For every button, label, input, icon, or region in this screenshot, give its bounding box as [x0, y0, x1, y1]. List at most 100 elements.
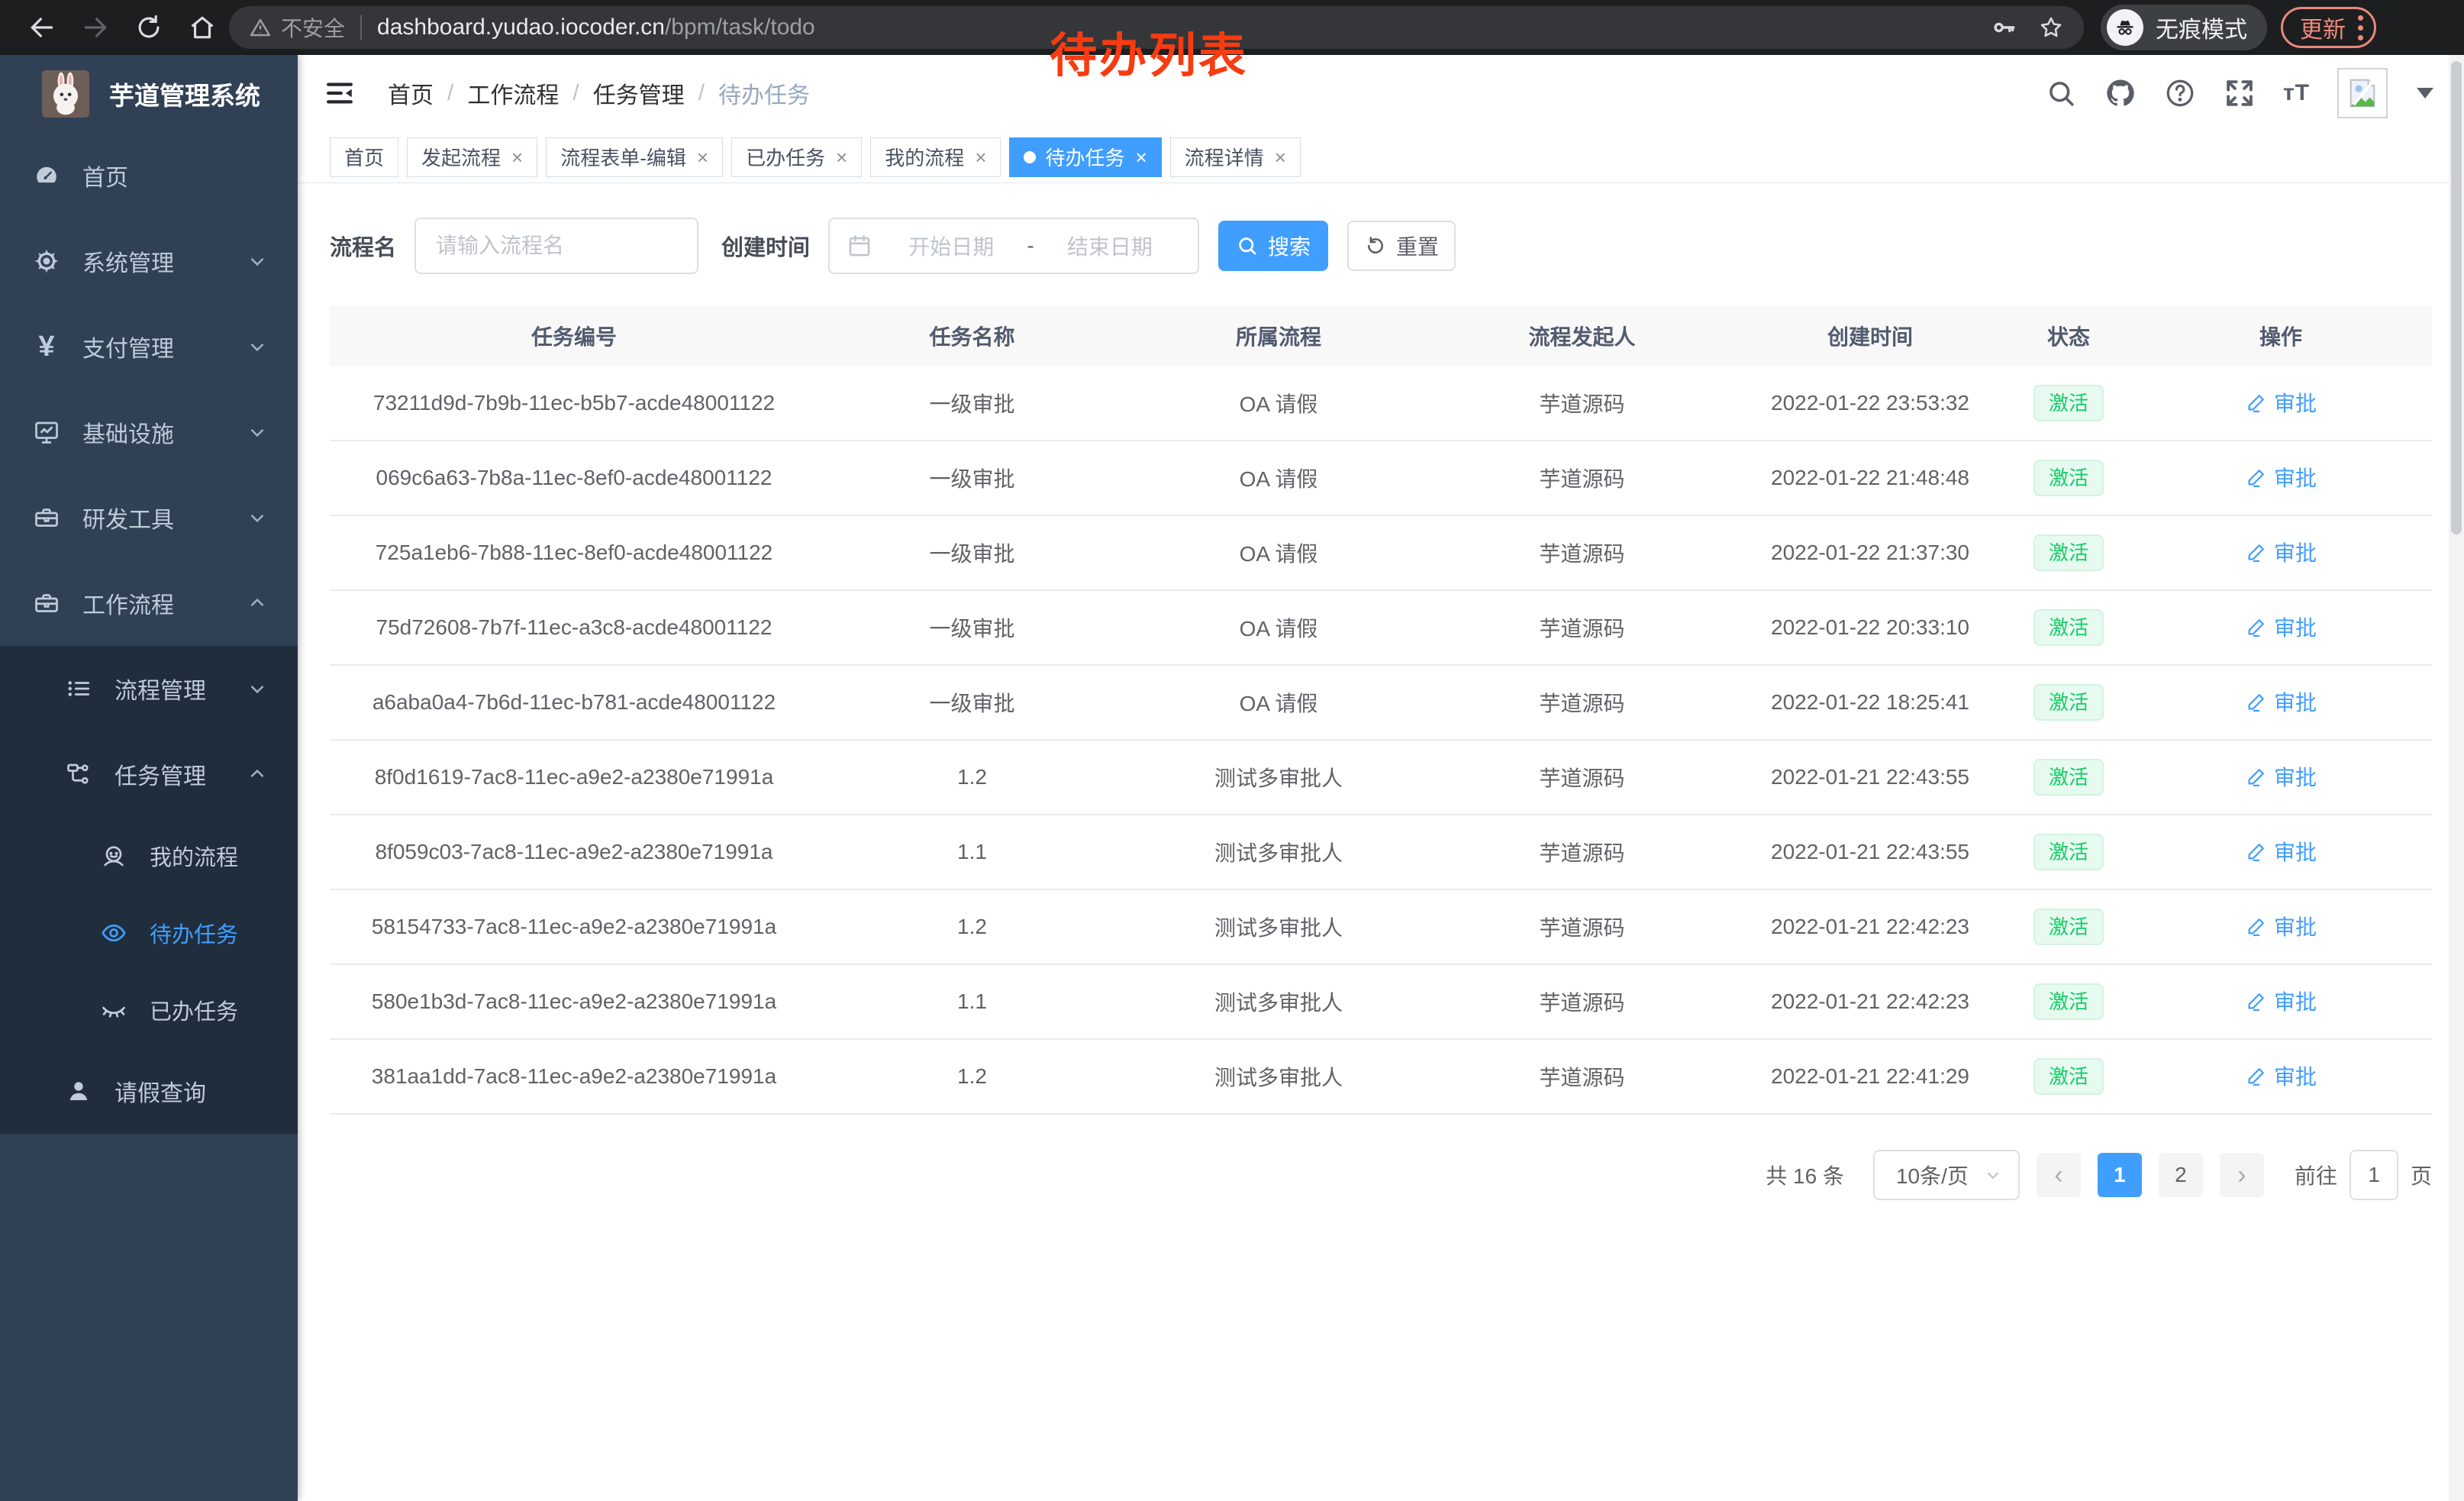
app-logo-row[interactable]: 芋道管理系统 [0, 55, 298, 133]
edit-pencil-icon [2245, 989, 2268, 1012]
sidebar-item-process-mgmt[interactable]: 流程管理 [0, 646, 298, 731]
reload-icon[interactable] [134, 13, 163, 42]
help-icon[interactable] [2164, 77, 2196, 109]
url-path[interactable]: /bpm/task/todo [665, 15, 815, 40]
next-page-button[interactable]: › [2220, 1153, 2264, 1197]
yen-icon: ¥ [32, 332, 61, 361]
sidebar-collapse-icon[interactable] [324, 77, 356, 109]
sidebar-item-payment[interactable]: ¥ 支付管理 [0, 304, 298, 389]
tab-4[interactable]: 我的流程× [870, 137, 1001, 177]
sidebar-item-infrastructure[interactable]: 基础设施 [0, 389, 298, 475]
reset-button[interactable]: 重置 [1347, 221, 1456, 271]
process-name-input[interactable] [414, 218, 698, 274]
browser-menu-icon[interactable] [2358, 15, 2363, 40]
close-icon[interactable]: × [975, 147, 986, 167]
sidebar-item-my-process[interactable]: 我的流程 [0, 817, 298, 894]
sidebar-item-leave-query[interactable]: 请假查询 [0, 1048, 298, 1134]
task-id-cell: 58154733-7ac8-11ec-a9e2-a2380e71991a [330, 915, 818, 939]
date-range-picker[interactable]: 开始日期 - 结束日期 [828, 218, 1199, 274]
close-icon[interactable]: × [836, 147, 847, 167]
sidebar-item-label: 流程管理 [114, 672, 206, 705]
tab-2[interactable]: 流程表单-编辑× [546, 137, 723, 177]
column-header-3: 流程发起人 [1431, 321, 1733, 351]
close-icon[interactable]: × [697, 147, 708, 167]
prev-page-button[interactable]: ‹ [2037, 1153, 2081, 1197]
font-size-icon[interactable]: ᴛT [2283, 80, 2310, 106]
back-icon[interactable] [27, 13, 56, 42]
tab-label: 流程详情 [1185, 143, 1264, 171]
sidebar-item-label: 基础设施 [82, 415, 174, 449]
approve-link[interactable]: 审批 [2245, 462, 2317, 492]
search-button[interactable]: 搜索 [1218, 221, 1328, 271]
task-name-cell: 1.1 [818, 989, 1126, 1014]
fullscreen-icon[interactable] [2224, 77, 2256, 109]
end-date-placeholder[interactable]: 结束日期 [1039, 231, 1181, 261]
close-icon[interactable]: × [1136, 147, 1147, 167]
sidebar-item-system[interactable]: 系统管理 [0, 218, 298, 304]
page-size-select[interactable]: 10条/页 [1873, 1150, 2020, 1200]
annotation-todo-list: 待办列表 [1050, 17, 1248, 86]
table-row-3: 75d72608-7b7f-11ec-a3c8-acde48001122一级审批… [330, 591, 2432, 666]
security-label[interactable]: 不安全 [281, 12, 345, 43]
approve-link[interactable]: 审批 [2245, 537, 2317, 567]
breadcrumb: 首页 / 工作流程 / 任务管理 / 待办任务 [388, 76, 810, 110]
approve-link[interactable]: 审批 [2245, 836, 2317, 867]
closed-eye-icon [99, 996, 128, 1025]
process-cell: OA 请假 [1126, 388, 1431, 418]
update-button[interactable]: 更新 [2281, 7, 2376, 48]
tab-3[interactable]: 已办任务× [731, 137, 862, 177]
date-range-separator: - [1022, 234, 1038, 258]
home-icon[interactable] [188, 13, 217, 42]
breadcrumb-task-mgmt[interactable]: 任务管理 [593, 76, 685, 110]
sidebar-item-label: 请假查询 [114, 1074, 206, 1108]
status-cell: 激活 [2008, 385, 2130, 422]
pagination-total: 共 16 条 [1766, 1160, 1844, 1190]
approve-link[interactable]: 审批 [2245, 686, 2317, 717]
tab-1[interactable]: 发起流程× [407, 137, 537, 177]
task-name-cell: 1.2 [818, 915, 1126, 939]
sidebar-item-dev-tools[interactable]: 研发工具 [0, 475, 298, 560]
task-name-cell: 1.2 [818, 1064, 1126, 1089]
approve-link[interactable]: 审批 [2245, 911, 2317, 941]
start-date-placeholder[interactable]: 开始日期 [880, 231, 1022, 261]
page-button-1[interactable]: 1 [2098, 1153, 2142, 1197]
breadcrumb-home[interactable]: 首页 [388, 76, 434, 110]
avatar[interactable] [2337, 68, 2388, 118]
bookmark-star-icon[interactable] [2038, 15, 2064, 40]
sidebar-item-workflow[interactable]: 工作流程 [0, 560, 298, 646]
approve-link[interactable]: 审批 [2245, 986, 2317, 1016]
sidebar-item-task-mgmt[interactable]: 任务管理 [0, 731, 298, 817]
tab-5[interactable]: 待办任务× [1009, 137, 1161, 177]
github-icon[interactable] [2104, 77, 2137, 109]
forward-icon[interactable] [81, 13, 110, 42]
tree-icon [64, 760, 93, 789]
approve-link[interactable]: 审批 [2245, 761, 2317, 792]
url-host[interactable]: dashboard.yudao.iocoder.cn [377, 15, 665, 40]
tab-6[interactable]: 流程详情 × [1170, 137, 1301, 177]
search-icon[interactable] [2045, 77, 2077, 109]
tab-bar: 首页发起流程×流程表单-编辑×已办任务×我的流程×待办任务× 流程详情 × [298, 131, 2464, 183]
edit-pencil-icon [2245, 765, 2268, 788]
task-id-cell: 73211d9d-7b9b-11ec-b5b7-acde48001122 [330, 391, 818, 415]
approve-link[interactable]: 审批 [2245, 387, 2317, 418]
tab-0[interactable]: 首页 [330, 137, 398, 177]
search-button-label: 搜索 [1268, 231, 1311, 261]
sidebar-item-home[interactable]: 首页 [0, 133, 298, 218]
page-button-2[interactable]: 2 [2159, 1153, 2203, 1197]
incognito-badge: 无痕模式 [2101, 5, 2267, 50]
sidebar-item-todo-tasks[interactable]: 待办任务 [0, 894, 298, 971]
close-icon[interactable]: × [511, 147, 523, 167]
scrollbar-thumb[interactable] [2451, 61, 2462, 534]
goto-page-input[interactable] [2350, 1150, 2398, 1200]
status-badge: 激活 [2033, 909, 2104, 946]
approve-link[interactable]: 审批 [2245, 612, 2317, 642]
avatar-dropdown-caret-icon[interactable] [2417, 88, 2433, 98]
sidebar-item-done-tasks[interactable]: 已办任务 [0, 971, 298, 1048]
starter-cell: 芋道源码 [1431, 687, 1733, 718]
key-icon[interactable] [1991, 15, 2017, 40]
page-scrollbar[interactable] [2449, 55, 2464, 1501]
breadcrumb-workflow[interactable]: 工作流程 [467, 76, 559, 110]
approve-link[interactable]: 审批 [2245, 1060, 2317, 1091]
close-icon[interactable]: × [1275, 147, 1286, 167]
not-secure-warning-icon[interactable] [249, 16, 272, 39]
